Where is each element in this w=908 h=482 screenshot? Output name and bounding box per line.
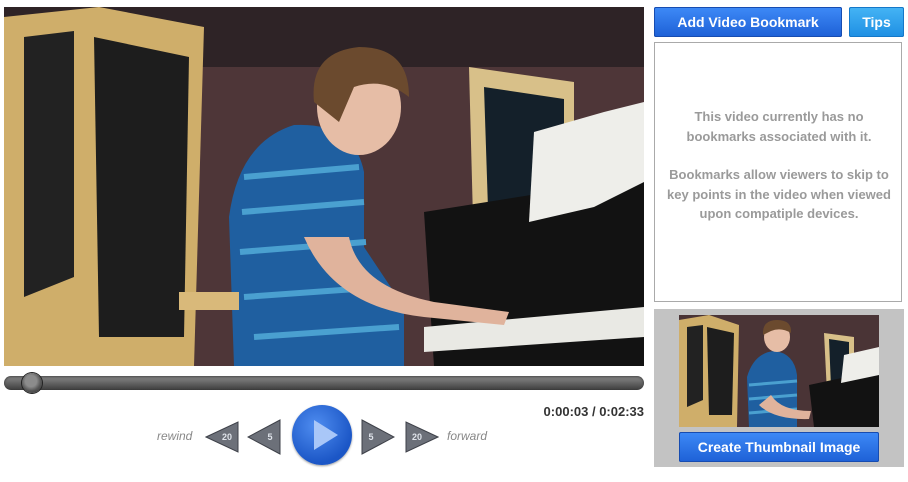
svg-text:20: 20 [412,432,422,442]
rewind-triangle-icon: 5 [247,419,281,455]
rewind-triangle-icon: 20 [205,421,239,453]
rewind-20-button[interactable]: 20 [205,421,239,453]
add-video-bookmark-button[interactable]: Add Video Bookmark [654,7,842,37]
bookmarks-empty-line2: Bookmarks allow viewers to skip to key p… [667,167,891,221]
forward-20-button[interactable]: 20 [405,421,439,453]
forward-label: forward [447,429,488,443]
svg-text:20: 20 [222,432,232,442]
bookmarks-empty-message: This video currently has no bookmarks as… [665,107,893,243]
forward-5-button[interactable]: 5 [361,419,395,455]
forward-triangle-icon: 5 [361,419,395,455]
forward-triangle-icon: 20 [405,421,439,453]
svg-text:5: 5 [368,432,373,442]
tips-button[interactable]: Tips [849,7,904,37]
svg-text:5: 5 [267,432,272,442]
time-display: 0:00:03 / 0:02:33 [543,404,644,419]
create-thumbnail-button[interactable]: Create Thumbnail Image [679,432,879,462]
bookmarks-panel: This video currently has no bookmarks as… [654,42,902,302]
thumbnail-preview [679,315,879,427]
bookmarks-empty-line1: This video currently has no bookmarks as… [686,109,872,144]
video-frame[interactable] [4,7,644,366]
play-icon [314,420,338,450]
rewind-5-button[interactable]: 5 [247,419,281,455]
seek-bar[interactable] [4,376,644,390]
rewind-label: rewind [157,429,193,443]
seek-handle[interactable] [22,373,43,393]
video-scene-image [4,7,644,366]
play-button[interactable] [292,405,352,465]
thumbnail-image [679,315,879,427]
